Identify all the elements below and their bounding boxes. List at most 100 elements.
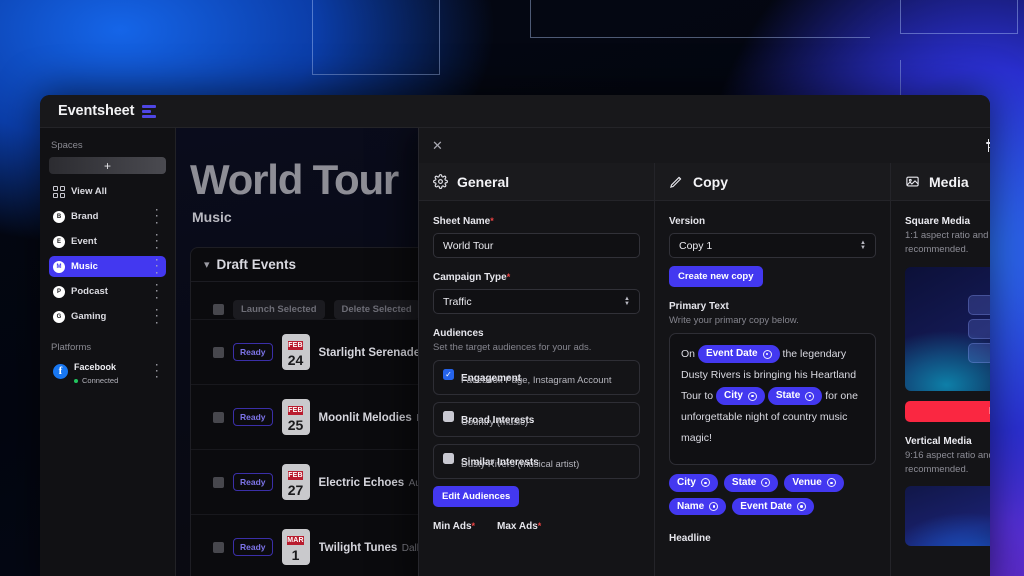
audience-checkbox[interactable]: [443, 410, 454, 422]
facebook-icon: f: [53, 363, 68, 379]
calendar-icon: MAR 1: [281, 529, 310, 565]
sidebar-item-label: Gaming: [71, 311, 107, 322]
audience-desc: Facebook Page, Instagram Account: [461, 375, 612, 386]
more-options-icon[interactable]: · · ·: [152, 205, 162, 227]
sidebar-item-event[interactable]: E Event · · ·: [49, 230, 166, 252]
platform-status: Connected: [74, 376, 152, 385]
select-all-checkbox[interactable]: [213, 304, 224, 315]
chip-label: State: [731, 477, 757, 488]
circle-badge-icon: E: [53, 235, 65, 248]
circle-dot-icon[interactable]: [762, 349, 772, 359]
sidebar-item-gaming[interactable]: G Gaming · · ·: [49, 305, 166, 327]
chip-state[interactable]: State: [767, 387, 823, 405]
platform-item-facebook[interactable]: f Facebook Connected · · ·: [49, 359, 166, 385]
calendar-month: FEB: [288, 406, 303, 415]
circle-dot-icon[interactable]: [747, 391, 757, 401]
remove-square-media-button[interactable]: Remove: [905, 400, 990, 422]
audiences-label: Audiences: [433, 328, 484, 339]
vertical-media-title: Vertical Media: [905, 435, 972, 447]
chevron-down-icon[interactable]: ▾: [204, 258, 210, 271]
row-checkbox[interactable]: [213, 476, 224, 488]
audience-checkbox[interactable]: [443, 452, 454, 464]
bg-frame-2: [530, 0, 870, 38]
variable-chip-city[interactable]: City: [669, 474, 718, 492]
campaign-type-label: Campaign Type*: [433, 272, 511, 283]
calendar-day: 27: [287, 482, 304, 498]
copy-column-header: Copy: [655, 163, 890, 201]
more-options-icon[interactable]: · · ·: [152, 280, 162, 302]
event-name: Twilight Tunes: [318, 542, 398, 554]
circle-dot-icon[interactable]: [709, 501, 719, 511]
status-badge: Ready: [233, 343, 273, 361]
circle-dot-icon[interactable]: [796, 501, 806, 511]
version-label: Version: [669, 216, 706, 227]
circle-dot-icon[interactable]: [826, 478, 836, 488]
delete-selected-button[interactable]: Delete Selected: [333, 300, 420, 319]
brand-name: Eventsheet: [58, 103, 135, 119]
sheet-name-input[interactable]: World Tour: [433, 233, 640, 258]
chip-event-date[interactable]: Event Date: [697, 345, 780, 363]
variable-chip-name[interactable]: Name: [669, 497, 727, 515]
variable-chip-state[interactable]: State: [723, 474, 779, 492]
circle-badge-icon: B: [53, 210, 65, 223]
chip-city[interactable]: City: [716, 387, 765, 405]
section-title: Draft Events: [216, 257, 297, 272]
required-marker: *: [471, 520, 476, 531]
required-marker: *: [490, 216, 494, 226]
sheet-variables-header: ✕ Sheet Variables: [419, 128, 990, 163]
calendar-icon: FEB 27: [281, 464, 310, 500]
max-ads-label: Max Ads*: [497, 520, 542, 532]
sidebar-item-podcast[interactable]: P Podcast · · ·: [49, 280, 166, 302]
audience-card-broad-interests[interactable]: Broad Interests Country (music): [433, 401, 640, 437]
status-badge: Ready: [233, 408, 273, 426]
more-options-icon[interactable]: · · ·: [152, 255, 162, 277]
more-options-icon[interactable]: · · ·: [152, 360, 162, 382]
event-name: Moonlit Melodies: [318, 412, 412, 424]
create-new-copy-button[interactable]: Create new copy: [669, 266, 763, 287]
copy-text-1: On: [681, 348, 696, 360]
variable-chip-event-date[interactable]: Event Date: [732, 497, 814, 515]
sidebar-item-brand[interactable]: B Brand · · ·: [49, 205, 166, 227]
campaign-type-select[interactable]: Traffic ▲ ▼: [433, 289, 640, 314]
circle-badge-icon: M: [53, 260, 65, 273]
version-select[interactable]: Copy 1 ▲ ▼: [669, 233, 876, 258]
launch-selected-button[interactable]: Launch Selected: [233, 300, 325, 319]
audience-card-engagement[interactable]: ✓ Engagement Facebook Page, Instagram Ac…: [433, 360, 640, 395]
row-checkbox[interactable]: [213, 541, 224, 553]
image-icon: [905, 174, 920, 189]
circle-dot-icon[interactable]: [761, 478, 771, 488]
close-icon[interactable]: ✕: [432, 139, 443, 152]
edit-audiences-button[interactable]: Edit Audiences: [433, 485, 520, 507]
square-media-thumbnail[interactable]: [905, 266, 990, 391]
circle-dot-icon[interactable]: [700, 478, 710, 488]
required-marker: *: [537, 520, 542, 531]
circle-badge-icon: P: [53, 285, 65, 298]
general-column: General Sheet Name* World Tour Campaign …: [419, 163, 655, 576]
media-title: Media: [929, 173, 969, 190]
row-checkbox[interactable]: [213, 346, 224, 358]
chip-label: City: [724, 390, 743, 402]
headline-label: Headline: [669, 533, 711, 544]
media-column: Media Square Media 1:1 aspect ratio and …: [891, 163, 990, 576]
pencil-icon: [669, 174, 684, 189]
vertical-media-thumbnail[interactable]: [905, 486, 990, 546]
square-media-title: Square Media: [905, 216, 971, 227]
chip-label: Name: [677, 500, 705, 512]
sidebar-platforms-label: Platforms: [51, 342, 92, 353]
sidebar-item-view-all[interactable]: View All: [49, 181, 166, 202]
chip-label: City: [677, 477, 696, 488]
add-space-button[interactable]: +: [49, 157, 166, 174]
sidebar-item-music[interactable]: M Music · · ·: [49, 255, 166, 277]
chip-label: Venue: [792, 477, 822, 488]
audience-checkbox[interactable]: ✓: [443, 369, 454, 380]
circle-dot-icon[interactable]: [805, 391, 815, 401]
sheet-variables-panel: ✕ Sheet Variables: [418, 128, 990, 576]
app-topbar: Eventsheet: [40, 95, 990, 128]
audience-card-similar-interests[interactable]: Similar Interests Dusty Rivers (musical …: [433, 443, 640, 479]
variable-chip-venue[interactable]: Venue: [784, 474, 844, 492]
row-checkbox[interactable]: [213, 411, 224, 423]
primary-text-editor[interactable]: On Event Date the legendary Dusty Rivers…: [669, 333, 876, 465]
more-options-icon[interactable]: · · ·: [152, 230, 162, 252]
more-options-icon[interactable]: · · ·: [152, 305, 162, 327]
copy-title: Copy: [693, 173, 728, 190]
